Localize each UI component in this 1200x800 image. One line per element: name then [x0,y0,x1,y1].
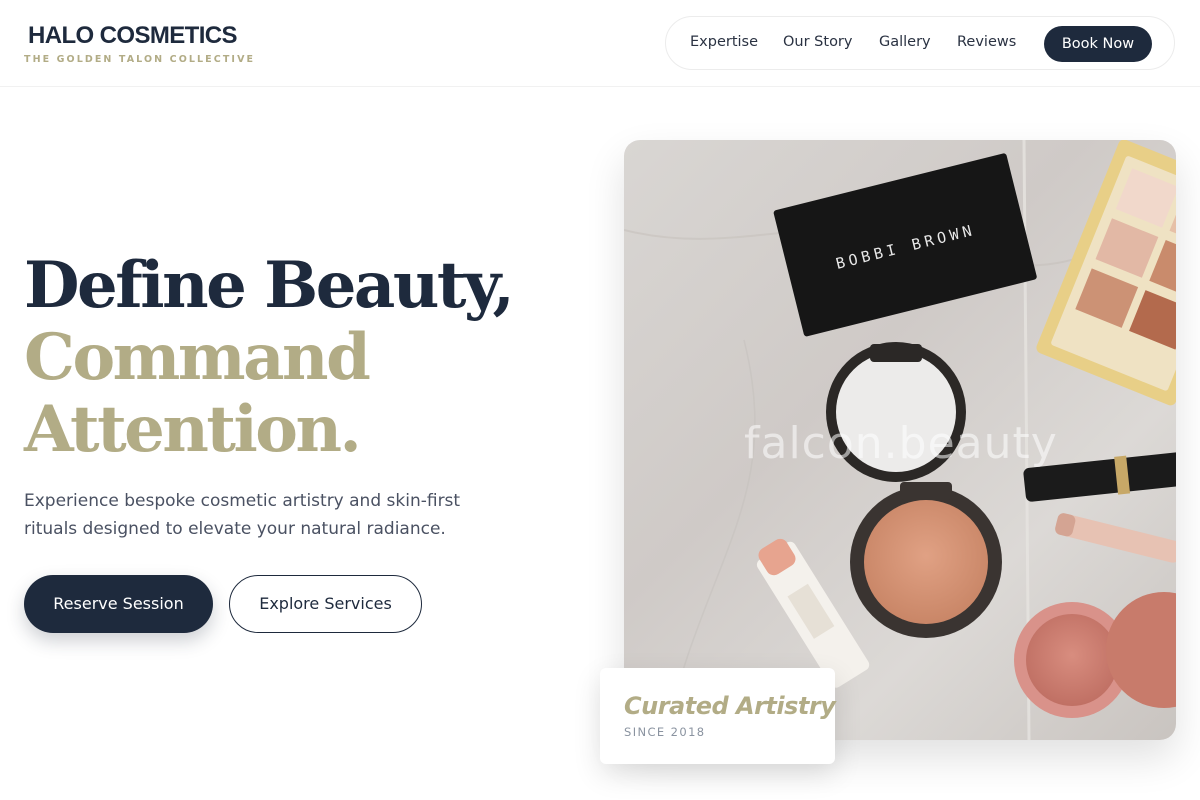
main-nav: Expertise Our Story Gallery Reviews Book… [665,16,1175,70]
brand-name: HALO COSMETICS [28,22,238,49]
nav-link-expertise[interactable]: Expertise [690,34,758,50]
site-header: HALO COSMETICS THE GOLDEN TALON COLLECTI… [0,0,1200,87]
image-watermark: falcon.beauty [744,418,1058,469]
hero-image: BOBBI BROWN falcon.beauty [624,140,1176,740]
headline-line-3: Attention. [24,392,362,467]
curated-artistry-badge: Curated Artistry SINCE 2018 [600,668,836,764]
reserve-session-button[interactable]: Reserve Session [24,575,213,633]
badge-subtitle: SINCE 2018 [624,725,706,739]
brand-tagline: THE GOLDEN TALON COLLECTIVE [24,54,256,65]
nav-link-our-story[interactable]: Our Story [783,34,852,50]
nav-link-gallery[interactable]: Gallery [879,34,931,50]
headline-line-1: Define Beauty, [24,248,515,323]
hero-headline: Define Beauty, Command Attention. [24,248,515,467]
book-now-button[interactable]: Book Now [1044,26,1152,62]
nav-link-reviews[interactable]: Reviews [957,34,1016,50]
badge-title: Curated Artistry [624,692,836,720]
explore-services-button[interactable]: Explore Services [229,575,422,633]
headline-line-2: Command [24,320,371,395]
hero-subtext: Experience bespoke cosmetic artistry and… [24,491,461,539]
brand-logo[interactable]: HALO COSMETICS THE GOLDEN TALON COLLECTI… [24,22,253,65]
